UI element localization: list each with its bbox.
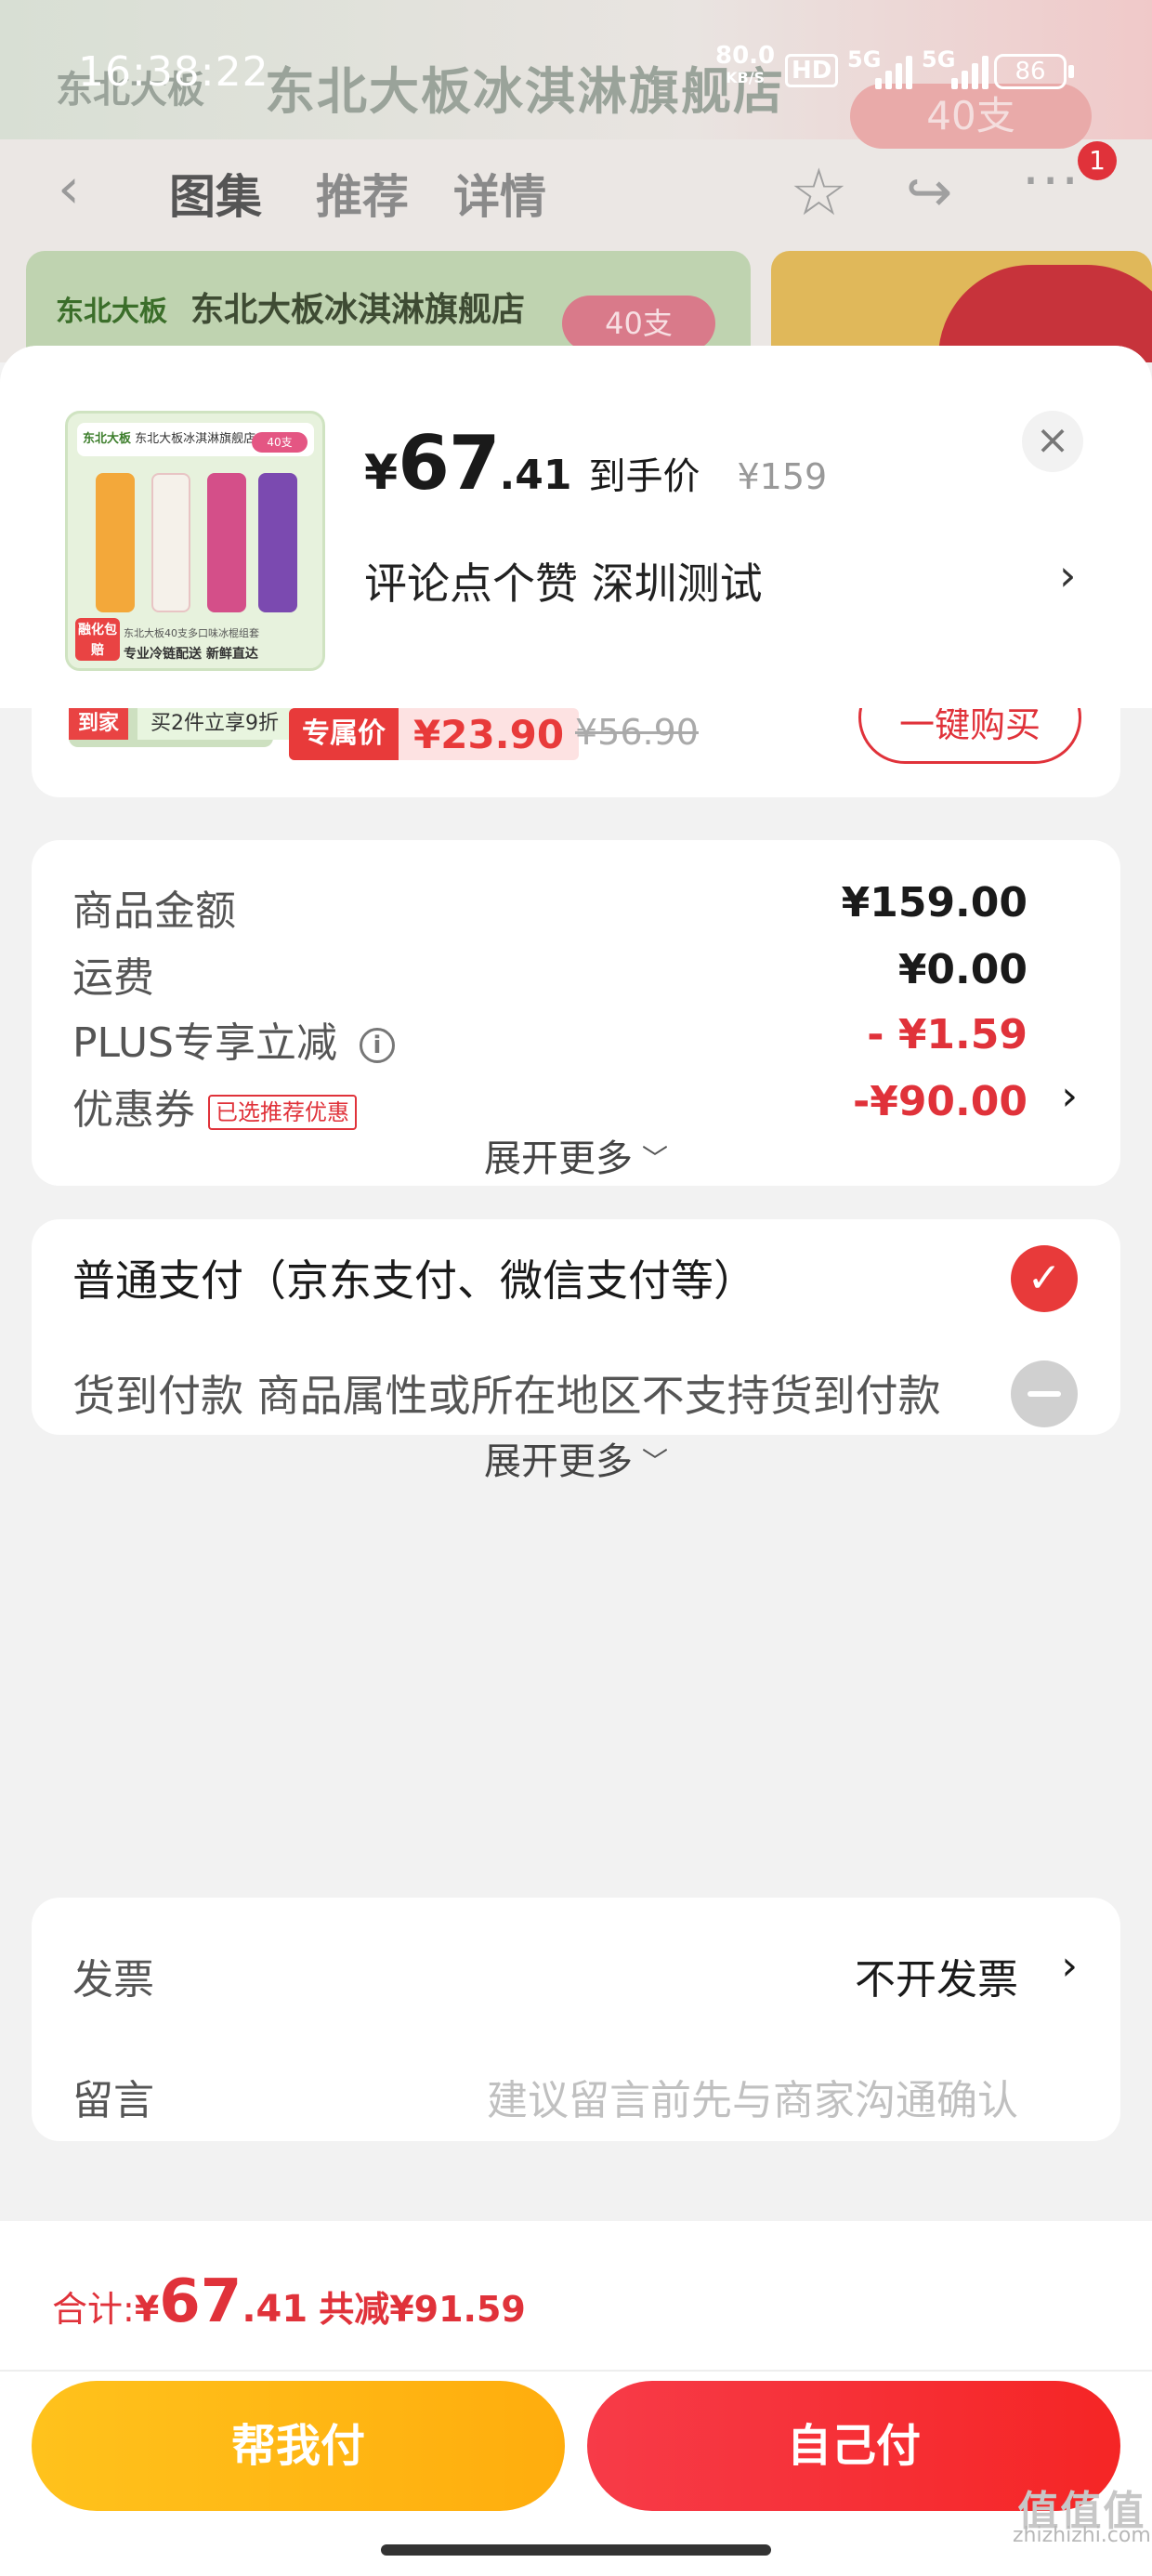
original-price: ¥159	[737, 456, 828, 497]
back-icon[interactable]: ‹	[58, 156, 80, 221]
footer-divider	[0, 2370, 1152, 2372]
cash-on-delivery-option: 货到付款 商品属性或所在地区不支持货到付款	[72, 1371, 941, 1421]
chevron-down-icon: ﹀	[641, 1446, 668, 1477]
coupon-value[interactable]: -¥90.00	[853, 1078, 1028, 1125]
coupon-recommended-tag: 已选推荐优惠	[208, 1095, 357, 1130]
berry-popsicle-image	[207, 473, 246, 612]
product-image: 东北大板 东北大板冰淇淋旗舰店 40支 融化包赔 东北大板40支多口味冰棍组套 …	[65, 411, 325, 671]
one-click-buy-button[interactable]: 一键购买	[858, 708, 1081, 764]
tab-recommend[interactable]: 推荐	[316, 160, 409, 227]
coupon-label: 优惠券	[72, 1086, 195, 1134]
watermark-url: zhizhizhi.com	[1013, 2524, 1151, 2547]
total-savings: 共减¥91.59	[319, 2289, 526, 2330]
notification-badge: 1	[1078, 141, 1117, 180]
info-icon[interactable]: i	[360, 1028, 395, 1063]
total-label: 合计:	[52, 2289, 135, 2330]
payment-expand-more-button[interactable]: 展开更多 ﹀	[32, 1431, 1120, 1485]
total-currency: ¥	[134, 2289, 160, 2330]
product-image-slogan: 专业冷链配送 新鲜直达	[124, 647, 258, 662]
more-icon[interactable]: ···	[1022, 149, 1080, 214]
plus-discount-row: PLUS专享立减 i	[72, 1009, 395, 1069]
melt-guarantee-tag: 融化包赔	[75, 618, 120, 661]
background-store-logo: 东北大板	[56, 296, 167, 328]
hd-icon: HD	[785, 54, 839, 87]
disabled-minus-icon	[1011, 1360, 1078, 1427]
watermark-logo: 值值值	[1017, 2488, 1146, 2535]
price-label: 到手价	[588, 455, 700, 498]
background-store-title: 东北大板冰淇淋旗舰店	[190, 291, 526, 329]
cost-breakdown-card: 商品金额 ¥159.00 运费 ¥0.00 PLUS专享立减 i - ¥1.59 …	[32, 840, 1120, 1186]
note-input[interactable]: 建议留言前先与商家沟通确认	[487, 2067, 1018, 2126]
total-decimal: .41	[242, 2288, 308, 2331]
product-image-footer: 东北大板40支多口味冰棍组套 专业冷链配送 新鲜直达	[124, 625, 319, 663]
chevron-right-icon[interactable]: ›	[1059, 550, 1076, 600]
checkmark-icon[interactable]: ✓	[1011, 1245, 1078, 1312]
chevron-right-icon[interactable]: ›	[1061, 1072, 1078, 1120]
network-speed-unit: KB/S	[726, 69, 766, 86]
delivery-address[interactable]: 评论点个赞 深圳测试	[364, 550, 763, 611]
expand-more-label: 展开更多	[483, 1137, 633, 1180]
coupon-row[interactable]: 优惠券 已选推荐优惠	[72, 1076, 357, 1136]
price-currency: ¥	[364, 445, 399, 501]
product-image-store: 东北大板冰淇淋旗舰店	[135, 432, 256, 446]
battery-icon: 86	[994, 54, 1067, 89]
product-image-logo: 东北大板	[83, 432, 132, 446]
network-speed-value: 80.0	[715, 42, 776, 70]
goods-amount-label: 商品金额	[72, 887, 236, 935]
product-summary: 东北大板 东北大板冰淇淋旗舰店 40支 融化包赔 东北大板40支多口味冰棍组套 …	[0, 346, 1152, 708]
exclusive-price-badge: 专属价 ¥23.90	[289, 708, 580, 760]
product-image-badge: 40支	[252, 432, 308, 453]
battery-tip	[1068, 65, 1074, 78]
shipping-label: 运费	[72, 954, 154, 1002]
share-icon[interactable]: ↪	[906, 160, 952, 225]
plus-discount-label: PLUS专享立减	[72, 1019, 337, 1067]
discount-tag: 买2件立享9折	[137, 708, 292, 740]
payment-method-card: 普通支付（京东支付、微信支付等） ✓ 货到付款 商品属性或所在地区不支持货到付款	[32, 1219, 1120, 1435]
taro-popsicle-image	[258, 473, 297, 612]
invoice-label: 发票	[72, 1956, 154, 2004]
exclusive-price-value: ¥23.90	[413, 711, 565, 757]
payment-expand-label: 展开更多	[483, 1440, 633, 1483]
home-indicator[interactable]	[381, 2544, 771, 2556]
home-delivery-tag: 到家	[69, 708, 129, 740]
status-time: 16:38:22	[78, 48, 269, 96]
checkout-footer: 合计: ¥ 67 .41 共减¥91.59 帮我付 自己付 值值值 zhizhi…	[0, 2221, 1152, 2576]
normal-payment-option[interactable]: 普通支付（京东支付、微信支付等）	[72, 1247, 756, 1308]
signal-bars-icon	[951, 56, 988, 89]
orange-popsicle-image	[96, 473, 135, 612]
friend-pay-button[interactable]: 帮我付	[32, 2381, 565, 2511]
invoice-value[interactable]: 不开发票	[855, 1946, 1018, 2005]
tab-gallery[interactable]: 图集	[169, 160, 262, 227]
favorite-star-icon[interactable]: ☆	[790, 154, 848, 230]
order-total: 合计: ¥ 67 .41 共减¥91.59	[52, 2267, 526, 2336]
note-label: 留言	[72, 2077, 154, 2124]
chevron-down-icon: ﹀	[641, 1143, 668, 1174]
expand-more-button[interactable]: 展开更多 ﹀	[32, 1128, 1120, 1182]
status-bar: 16:38:22 80.0 KB/S HD 5G 5G 86	[0, 37, 1152, 104]
item-original-price: ¥56.90	[575, 712, 699, 753]
background-store-badge: 40支	[562, 296, 715, 351]
milk-popsicle-image	[151, 473, 190, 612]
goods-amount-value: ¥159.00	[841, 879, 1028, 927]
product-image-caption: 东北大板40支多口味冰棍组套	[124, 627, 259, 639]
signal-bars-icon	[875, 56, 912, 89]
exclusive-price-label: 专属价	[289, 708, 399, 760]
close-icon[interactable]: ×	[1022, 411, 1083, 472]
price-integer: 67	[398, 420, 500, 506]
total-integer: 67	[159, 2267, 242, 2336]
item-card: 到家 买2件立享9折 专属价 ¥23.90 ¥56.90 一键购买	[32, 708, 1120, 797]
final-price: ¥ 67 .41 到手价 ¥159	[364, 420, 827, 513]
signal-label-2: 5G	[922, 46, 956, 72]
plus-discount-value: - ¥1.59	[867, 1011, 1028, 1058]
chevron-right-icon[interactable]: ›	[1061, 1942, 1078, 1990]
shipping-value: ¥0.00	[897, 946, 1028, 993]
invoice-note-card: 发票 不开发票 › 留言 建议留言前先与商家沟通确认	[32, 1898, 1120, 2141]
price-decimal: .41	[499, 452, 572, 499]
network-speed: 80.0 KB/S	[715, 42, 776, 89]
tab-details[interactable]: 详情	[453, 160, 546, 227]
watermark: 值值值 zhizhizhi.com	[1013, 2488, 1151, 2548]
